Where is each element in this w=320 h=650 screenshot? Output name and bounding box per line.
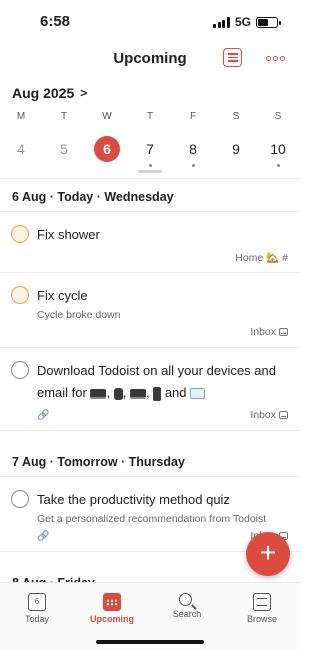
weekday-label: F [189,111,197,122]
task-meta: 🔗 Inbox [37,408,288,422]
task-checkbox[interactable] [11,286,29,304]
nav-browse[interactable]: Browse [232,593,292,624]
weekday-label: M [16,111,26,122]
nav-label: Search [172,609,202,619]
task-title: Take the productivity method quiz [37,492,230,507]
nav-search[interactable]: Search [157,593,217,619]
weekday-label: T [60,111,68,122]
task-item[interactable]: Download Todoist on all your devices and… [0,348,300,431]
more-options-button[interactable] [266,56,285,61]
status-time: 6:58 [40,13,71,30]
day-8[interactable]: F8 [178,110,208,167]
laptop-icon [90,388,107,399]
day-number: 5 [60,141,68,157]
weekday-label: S [274,111,282,122]
divider [0,178,300,179]
weekday-label: W [102,111,112,122]
section-header-today: 6 Aug · Today · Wednesday [0,182,300,212]
day-9[interactable]: S9 [221,110,251,162]
day-10[interactable]: S 10 [263,110,293,167]
task-project: Inbox [250,326,288,338]
day-number: 6 [94,136,120,162]
task-project: Home 🏡 # [235,251,288,264]
task-meta: Inbox [37,325,288,339]
inbox-icon [279,411,288,419]
list-view-icon [227,53,238,62]
drag-handle[interactable] [138,170,162,173]
weekday-label: S [232,111,240,122]
chevron-right-icon: > [80,86,88,100]
nav-today[interactable]: 6 Today [7,593,67,624]
battery-level [258,18,268,26]
link-icon: 🔗 [37,530,50,542]
month-picker[interactable]: Aug 2025 > [12,85,87,101]
plus-icon: + [259,537,277,568]
task-indicator-dot [148,164,152,167]
nav-label: Upcoming [90,614,134,624]
day-number: 7 [146,141,154,157]
task-item[interactable]: Fix cycle Cycle broke down Inbox [0,273,300,348]
day-5[interactable]: T5 [49,110,79,162]
task-description: Cycle broke down [37,309,121,321]
task-title-and: and [164,385,187,400]
weekday-label: T [146,111,154,122]
task-description: Get a personalized recommendation from T… [37,513,267,525]
day-7[interactable]: T7 [135,110,165,167]
day-number: 8 [189,141,197,157]
network-type: 5G [234,15,251,29]
nav-upcoming[interactable]: Upcoming [82,593,142,624]
status-indicators: 5G [213,15,281,29]
top-bar: Upcoming [0,40,300,76]
task-project: Inbox [250,409,288,421]
nav-label: Today [24,614,50,624]
day-number: 10 [270,141,286,157]
laptop-icon [129,388,146,399]
week-strip[interactable]: M 4 T 5 W 6 T 7 F 8 S 9 S 10 [0,110,300,172]
task-checkbox[interactable] [11,490,29,508]
day-number: 9 [232,141,240,157]
battery-icon [256,16,281,28]
status-bar: 6:58 5G [0,0,300,40]
task-title: Fix shower [37,227,100,242]
nav-label: Browse [246,614,277,624]
cellular-signal-icon [213,16,230,28]
day-number: 4 [17,141,25,157]
browse-icon [253,593,271,611]
task-item[interactable]: Fix shower Home 🏡 # [0,212,300,273]
task-title: Fix cycle [37,288,88,303]
project-name: Inbox [250,409,276,421]
email-icon [190,388,206,400]
link-icon: 🔗 [37,409,50,421]
calendar-today-icon: 6 [28,593,46,611]
day-4[interactable]: M4 [6,110,36,162]
day-6[interactable]: W6 [92,110,122,162]
month-label: Aug 2025 [12,85,75,101]
task-checkbox[interactable] [11,225,29,243]
watch-icon [113,387,123,400]
home-indicator [96,640,204,644]
task-meta: Home 🏡 # [37,250,288,264]
more-dots-icon [266,56,271,61]
task-indicator-dot [276,164,280,167]
task-title: Download Todoist on all your devices and… [37,363,276,401]
inbox-icon [279,328,288,336]
section-header-tomorrow: 7 Aug · Tomorrow · Thursday [0,447,300,477]
task-checkbox[interactable] [11,361,29,379]
project-name: Inbox [250,326,276,338]
phone-icon [153,386,162,401]
add-task-button[interactable]: + [246,532,290,576]
calendar-upcoming-icon [103,593,121,611]
task-indicator-dot [191,164,195,167]
search-icon [179,593,192,606]
page-title: Upcoming [113,50,187,67]
view-options-button[interactable] [223,48,242,67]
